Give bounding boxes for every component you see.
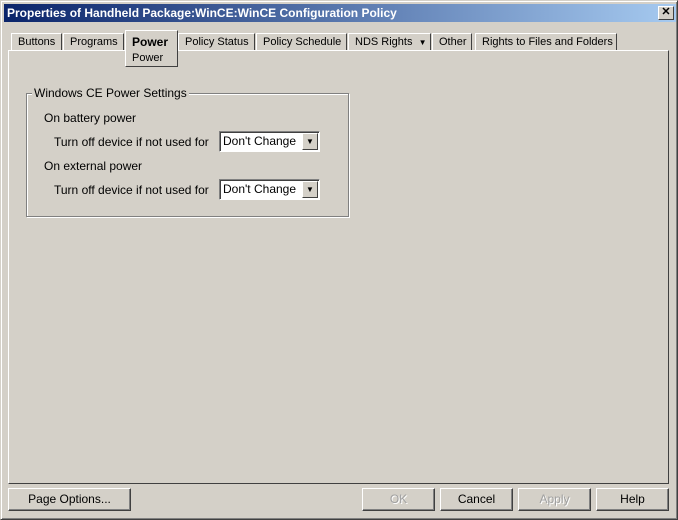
- external-heading: On external power: [44, 159, 143, 173]
- select-value: Don't Change: [223, 182, 297, 196]
- tab-label: Programs: [70, 36, 118, 48]
- select-value: Don't Change: [223, 134, 297, 148]
- external-label: Turn off device if not used for: [54, 183, 209, 197]
- title-bar: Properties of Handheld Package:WinCE:Win…: [4, 4, 676, 22]
- battery-timeout-select[interactable]: Don't Change ▼: [219, 131, 320, 152]
- subtab-power[interactable]: Power: [132, 51, 163, 65]
- tab-label: NDS Rights: [355, 36, 413, 48]
- close-icon: ✕: [661, 6, 671, 18]
- page-options-button[interactable]: Page Options...: [8, 488, 131, 511]
- group-title: Windows CE Power Settings: [32, 86, 189, 100]
- cancel-button[interactable]: Cancel: [440, 488, 513, 511]
- tab-label: Policy Status: [185, 36, 249, 48]
- battery-heading: On battery power: [44, 111, 137, 125]
- close-button[interactable]: ✕: [658, 6, 674, 20]
- tab-buttons[interactable]: Buttons: [11, 33, 62, 51]
- tab-label: Buttons: [18, 36, 56, 48]
- chevron-down-icon[interactable]: ▼: [302, 181, 318, 198]
- battery-label: Turn off device if not used for: [54, 135, 209, 149]
- tab-other[interactable]: Other: [432, 33, 472, 51]
- help-button[interactable]: Help: [596, 488, 669, 511]
- tab-programs[interactable]: Programs: [63, 33, 124, 51]
- chevron-down-icon[interactable]: ▼: [302, 133, 318, 150]
- tab-policy-status[interactable]: Policy Status: [178, 33, 255, 51]
- tab-nds-rights[interactable]: NDS Rights ▼: [348, 33, 431, 51]
- window-title: Properties of Handheld Package:WinCE:Win…: [7, 6, 397, 20]
- apply-button[interactable]: Apply: [518, 488, 591, 511]
- tab-label: Power: [132, 35, 169, 49]
- external-timeout-select[interactable]: Don't Change ▼: [219, 179, 320, 200]
- tab-rights-files-folders[interactable]: Rights to Files and Folders: [475, 33, 617, 51]
- tab-label: Policy Schedule: [263, 36, 342, 48]
- tab-label: Other: [439, 36, 467, 48]
- tab-label: Rights to Files and Folders: [482, 36, 613, 48]
- dropdown-arrow-icon: ▼: [418, 38, 427, 47]
- tab-policy-schedule[interactable]: Policy Schedule: [256, 33, 347, 51]
- ok-button[interactable]: OK: [362, 488, 435, 511]
- tab-power[interactable]: Power Power: [125, 30, 178, 67]
